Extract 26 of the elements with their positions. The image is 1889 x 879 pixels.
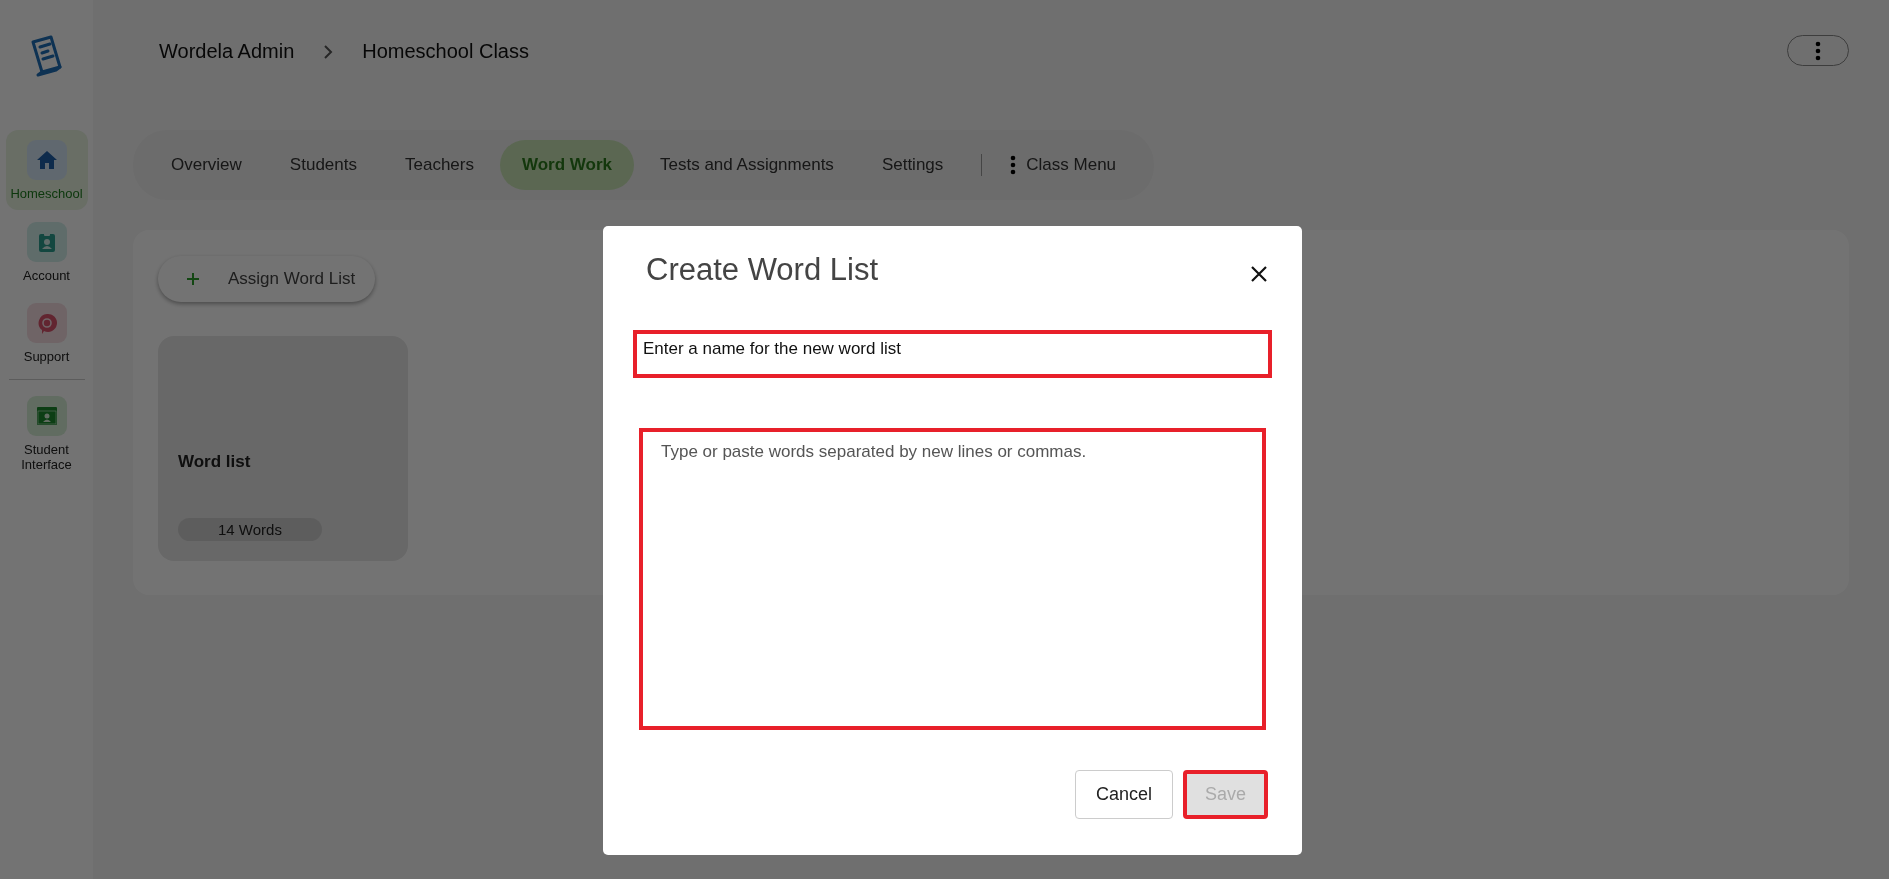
- assign-word-list-button[interactable]: Assign Word List: [158, 256, 376, 302]
- plus-icon: [186, 272, 200, 286]
- vertical-dots-icon: [1815, 40, 1821, 61]
- breadcrumb-item[interactable]: Wordela Admin: [159, 40, 295, 63]
- tab[interactable]: Tests and Assignments: [638, 140, 856, 190]
- word-count-pill: 14 Words: [178, 518, 322, 541]
- dialog-title: Create Word List: [646, 252, 878, 288]
- tab[interactable]: Word Work: [499, 140, 634, 190]
- tab[interactable]: Settings: [859, 140, 966, 190]
- chevron-right-icon: [322, 43, 335, 60]
- tab[interactable]: Teachers: [382, 140, 496, 190]
- vertical-dots-icon: [1010, 155, 1017, 175]
- tab[interactable]: Students: [267, 140, 379, 190]
- word-list-card[interactable]: Word list 14 Words: [158, 336, 408, 561]
- sidebar-item[interactable]: Account: [5, 211, 88, 292]
- name-input-field[interactable]: Enter a name for the new word list: [633, 330, 1272, 378]
- words-text-area[interactable]: Type or paste words separated by new lines or commas.: [639, 428, 1266, 730]
- tab[interactable]: Overview: [149, 140, 264, 190]
- sidebar-item[interactable]: Student Interface: [5, 385, 88, 481]
- sidebar-item[interactable]: Homeschool: [5, 130, 88, 210]
- breadcrumb-item: Homeschool Class: [362, 40, 529, 63]
- sidebar-item[interactable]: Support: [5, 293, 88, 373]
- class-menu-button[interactable]: Class Menu: [998, 140, 1139, 190]
- close-icon: [1250, 265, 1268, 283]
- word-list-title: Word list: [178, 452, 252, 472]
- cancel-button[interactable]: Cancel: [1074, 770, 1173, 819]
